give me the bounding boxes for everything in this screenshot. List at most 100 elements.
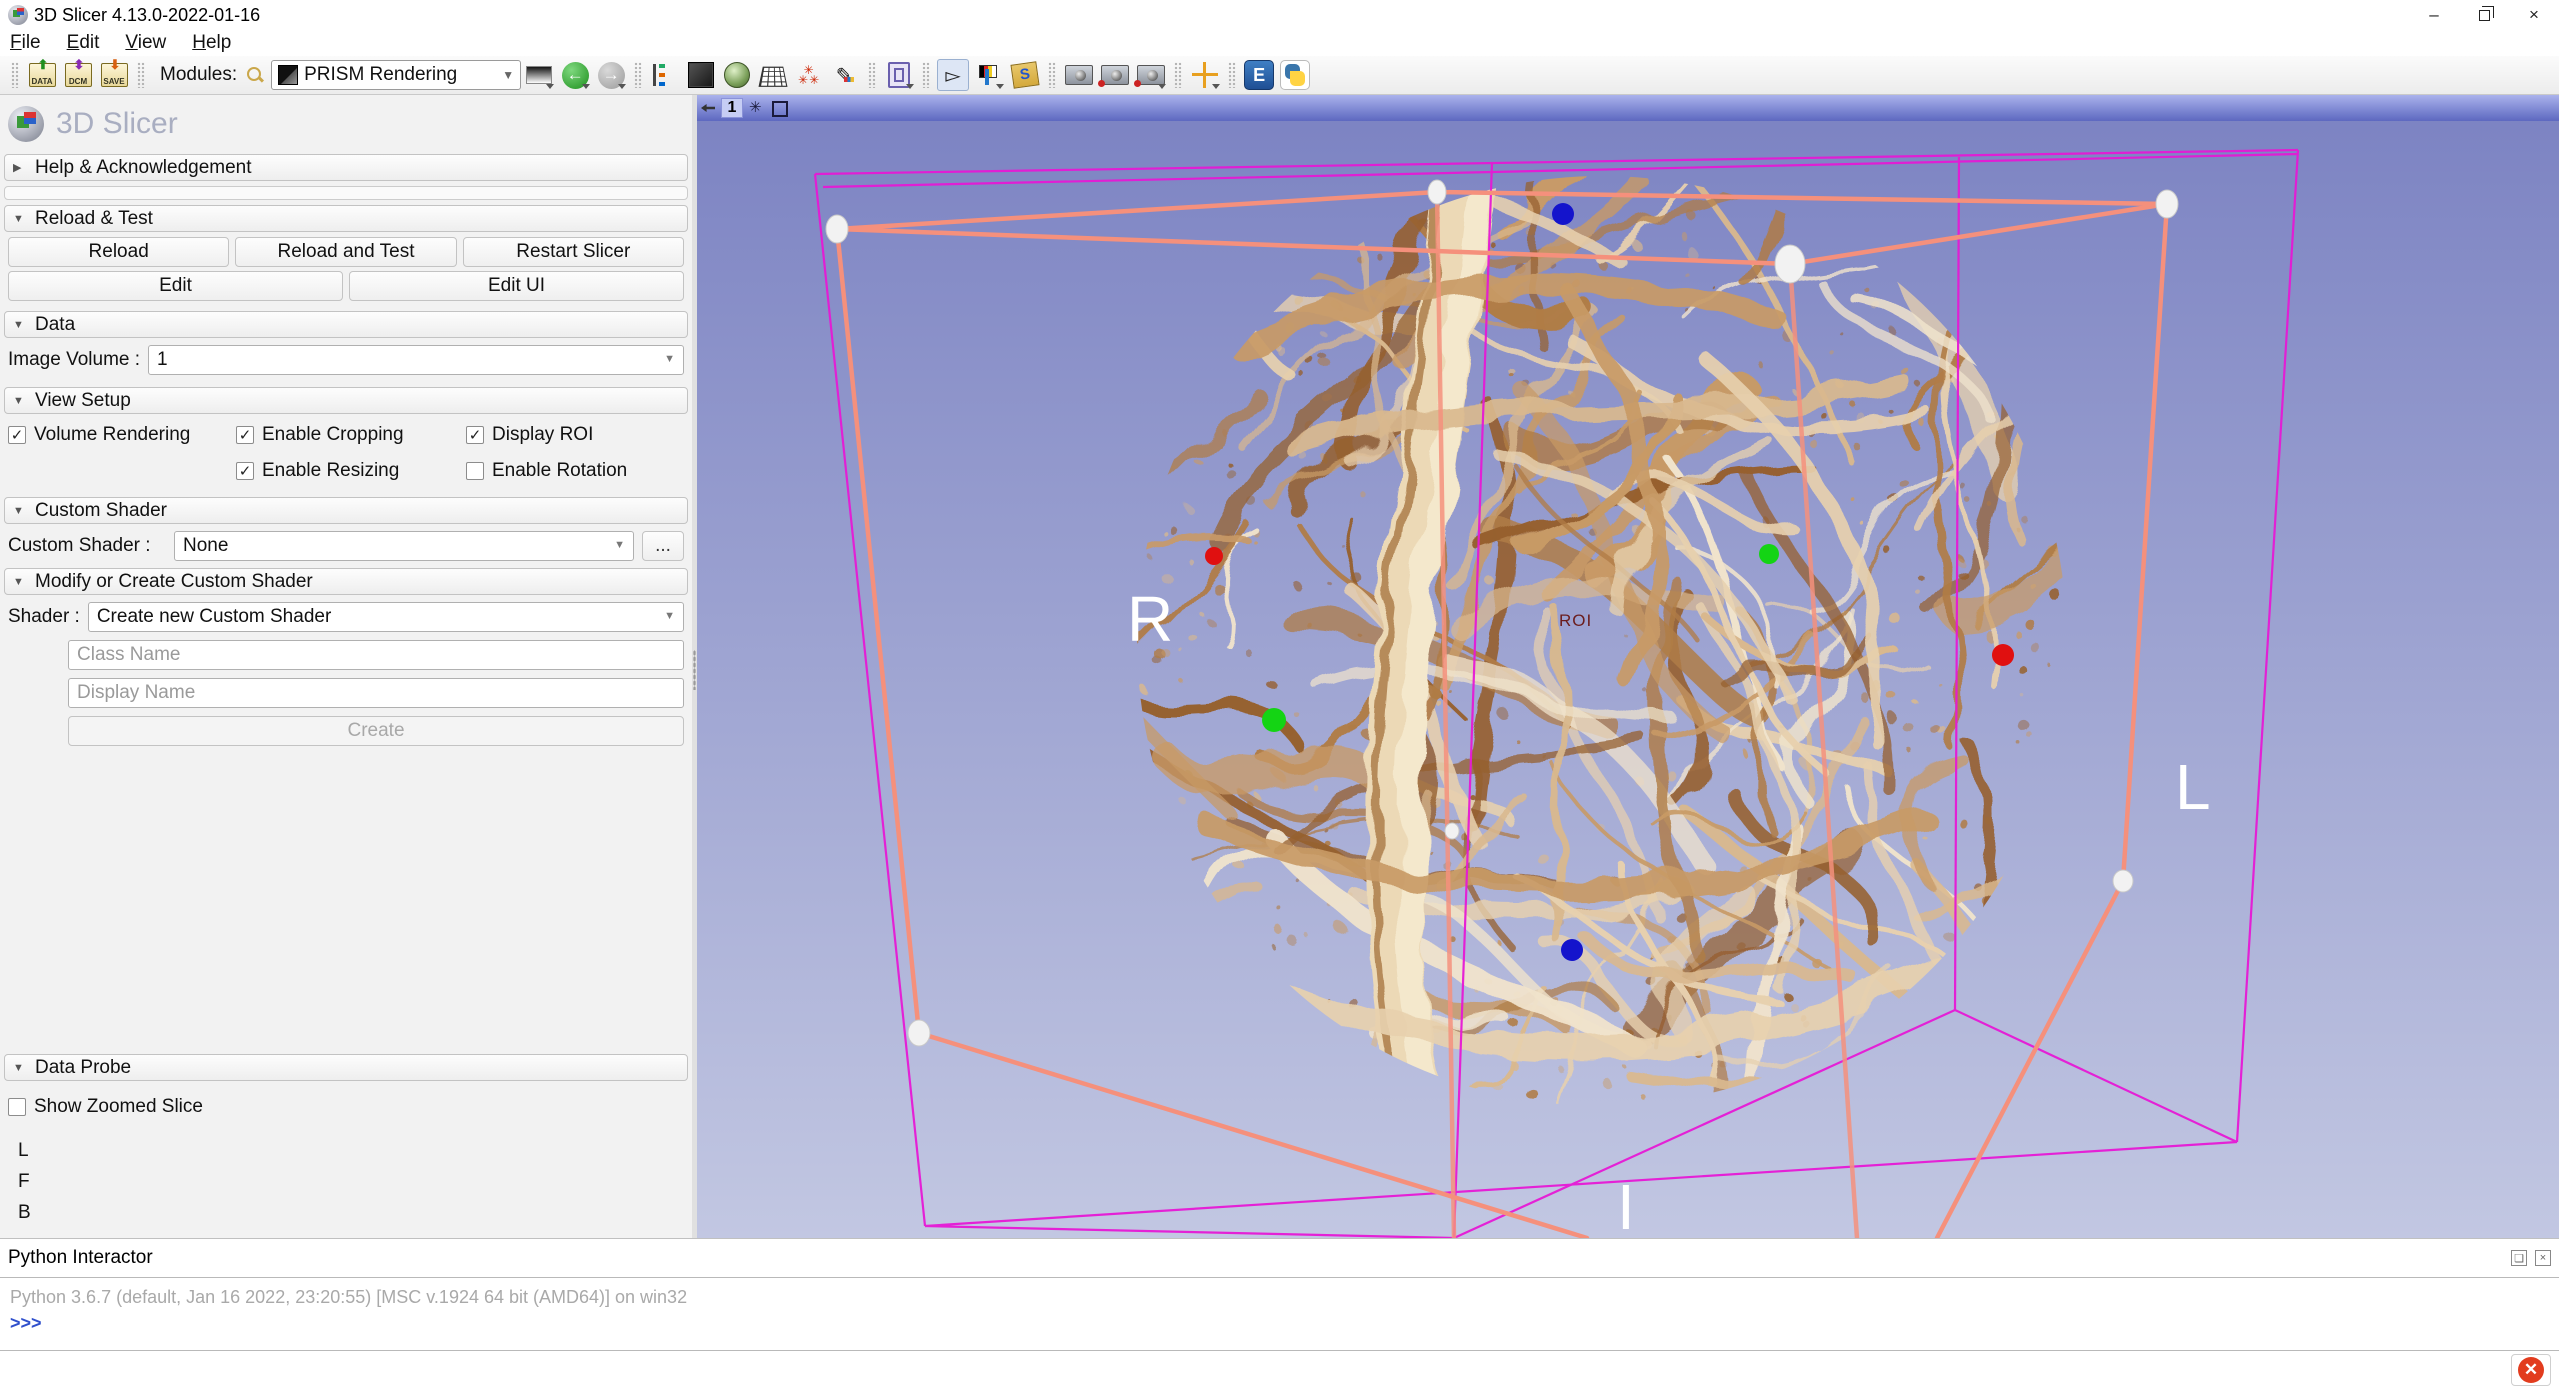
save-button[interactable]: ⬇SAVE [98, 59, 130, 91]
subject-hierarchy-icon [653, 62, 677, 88]
slicer-logo-icon [8, 106, 44, 142]
dicom-icon: ⬍DCM [65, 63, 92, 87]
module-panel: 3D Slicer ▶ Help & Acknowledgement ▼ Rel… [0, 95, 692, 1238]
enable-cropping-checkbox[interactable]: ✓Enable Cropping [236, 422, 466, 448]
help-content-collapsed [4, 186, 688, 200]
module-forward-button[interactable]: → [595, 59, 627, 91]
shader-combobox[interactable]: Create new Custom Shader [88, 602, 684, 632]
python-console[interactable]: Python 3.6.7 (default, Jan 16 2022, 23:2… [0, 1277, 2559, 1351]
module-search-icon[interactable] [245, 65, 265, 85]
image-volume-combobox[interactable]: 1 [148, 345, 684, 375]
red-handle [1992, 644, 2014, 666]
toolbar-grip[interactable] [868, 62, 876, 88]
collapsed-arrow-icon: ▶ [13, 161, 25, 174]
reload-button[interactable]: Reload [8, 237, 229, 267]
layout-selector-button[interactable] [883, 59, 915, 91]
view-controller-bar[interactable]: 1 [697, 95, 2559, 121]
enable-rotation-checkbox[interactable]: ✓Enable Rotation [466, 458, 684, 484]
restore-button[interactable] [2459, 0, 2509, 30]
restart-slicer-button[interactable]: Restart Slicer [463, 237, 684, 267]
green-handle [1759, 544, 1779, 564]
load-dicom-button[interactable]: ⬍DCM [62, 59, 94, 91]
edit-ui-button[interactable]: Edit UI [349, 271, 684, 301]
markups-fiducial-icon: ✳✳✳ [796, 65, 822, 85]
maximize-view-icon[interactable] [771, 100, 787, 116]
display-name-input[interactable] [68, 678, 684, 708]
menu-file[interactable]: File [10, 32, 41, 54]
section-help-acknowledgement[interactable]: ▶ Help & Acknowledgement [4, 154, 688, 181]
module-selector-value: PRISM Rendering [304, 64, 457, 86]
mouse-interaction-button[interactable]: ▻ [937, 59, 969, 91]
extensions-manager-button[interactable]: E [1243, 59, 1275, 91]
models-module-button[interactable] [721, 59, 753, 91]
custom-shader-label: Custom Shader : [8, 535, 166, 557]
toolbar-grip[interactable] [922, 62, 930, 88]
class-name-input[interactable] [68, 640, 684, 670]
annotations-module-button[interactable]: ✎ [829, 59, 861, 91]
volumes-module-button[interactable] [685, 59, 717, 91]
view-options-icon[interactable] [749, 100, 765, 116]
shader-label: Shader : [8, 606, 80, 628]
pin-icon[interactable] [701, 104, 715, 112]
create-shader-button[interactable]: Create [68, 716, 684, 746]
chevron-down-icon: ▼ [502, 68, 514, 82]
shader-options-button[interactable]: ... [642, 531, 684, 561]
toolbar-grip[interactable] [634, 62, 642, 88]
minimize-button[interactable]: – [2409, 0, 2459, 30]
error-log-button[interactable]: ✕ [2511, 1354, 2551, 1386]
measurements-button[interactable]: S [1009, 59, 1041, 91]
edit-button[interactable]: Edit [8, 271, 343, 301]
section-data[interactable]: ▼ Data [4, 311, 688, 338]
volume-cube-icon [688, 62, 714, 88]
close-dock-icon[interactable]: × [2535, 1250, 2551, 1266]
volume-rendering-checkbox[interactable]: ✓Volume Rendering [8, 422, 236, 448]
scene-capture-options-button[interactable] [1135, 59, 1167, 91]
module-selector-combobox[interactable]: PRISM Rendering ▼ [271, 60, 521, 90]
load-data-button[interactable]: ⬆DATA [26, 59, 58, 91]
module-thumbnail-icon [278, 65, 298, 85]
extensions-icon: E [1244, 60, 1274, 90]
show-zoomed-slice-checkbox[interactable]: ✓Show Zoomed Slice [8, 1094, 203, 1120]
toolbar-grip[interactable] [1174, 62, 1182, 88]
crosshair-button[interactable] [1189, 59, 1221, 91]
module-back-button[interactable]: ← [559, 59, 591, 91]
section-custom-shader[interactable]: ▼ Custom Shader [4, 497, 688, 524]
transforms-module-button[interactable] [757, 59, 789, 91]
section-modify-shader[interactable]: ▼ Modify or Create Custom Shader [4, 568, 688, 595]
menu-view[interactable]: View [125, 32, 166, 54]
toolbar-grip[interactable] [11, 62, 19, 88]
float-dock-icon[interactable]: ❏ [2511, 1250, 2527, 1266]
section-view-setup[interactable]: ▼ View Setup [4, 387, 688, 414]
toolbar-grip[interactable] [1228, 62, 1236, 88]
restore-icon [2479, 10, 2490, 21]
close-button[interactable]: × [2509, 0, 2559, 30]
display-roi-checkbox[interactable]: ✓Display ROI [466, 422, 684, 448]
section-reload-test[interactable]: ▼ Reload & Test [4, 205, 688, 232]
enable-resizing-checkbox[interactable]: ✓Enable Resizing [236, 458, 466, 484]
menu-bar: File Edit View Help [0, 30, 2559, 56]
colors-module-button[interactable] [973, 59, 1005, 91]
toolbar-grip[interactable] [1048, 62, 1056, 88]
section-data-probe[interactable]: ▼ Data Probe [4, 1054, 688, 1081]
screenshot-button[interactable] [1063, 59, 1095, 91]
python-console-button[interactable] [1279, 59, 1311, 91]
threed-scene[interactable]: R L I ROI [697, 121, 2559, 1238]
toolbar-grip[interactable] [137, 62, 145, 88]
python-prompt[interactable]: >>> [10, 1310, 2549, 1336]
reload-and-test-button[interactable]: Reload and Test [235, 237, 456, 267]
modules-label: Modules: [160, 64, 237, 86]
menu-help[interactable]: Help [192, 32, 231, 54]
camera-marker-icon [1101, 65, 1129, 85]
camera-marker-icon [1137, 65, 1165, 85]
menu-edit[interactable]: Edit [67, 32, 100, 54]
scene-capture-button[interactable] [1099, 59, 1131, 91]
section-label: Custom Shader [35, 500, 167, 522]
markups-module-button[interactable]: ✳✳✳ [793, 59, 825, 91]
expanded-arrow-icon: ▼ [13, 213, 25, 225]
section-label: Reload & Test [35, 208, 153, 230]
custom-shader-combobox[interactable]: None [174, 531, 634, 561]
module-history-button[interactable] [523, 59, 555, 91]
orientation-label-left: L [2175, 751, 2211, 823]
threed-viewport[interactable]: 1 [697, 95, 2559, 1238]
subject-hierarchy-button[interactable] [649, 59, 681, 91]
